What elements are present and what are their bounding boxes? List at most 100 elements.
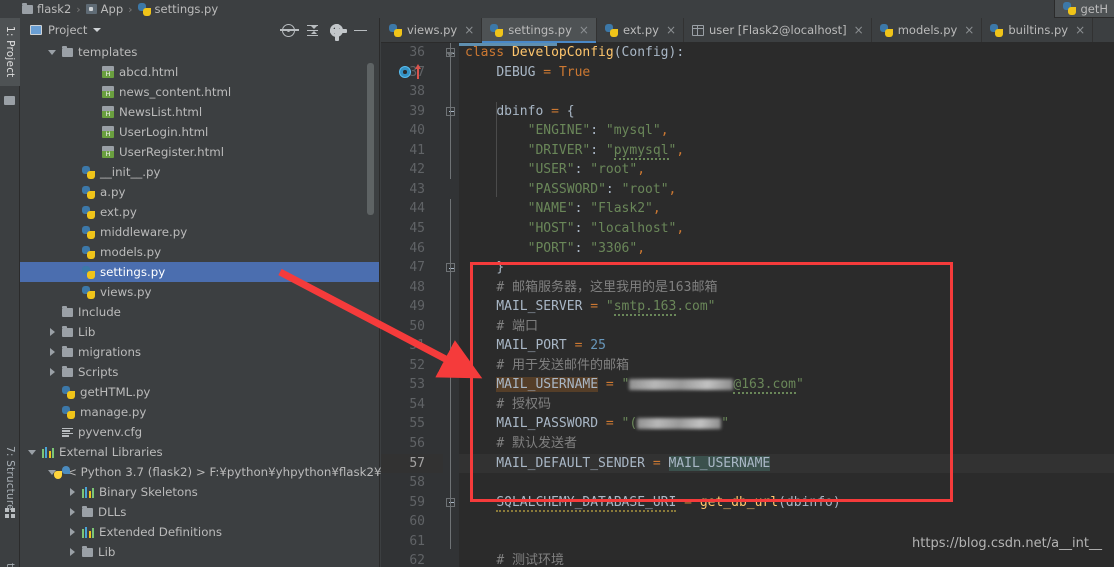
tree-item-ext-py[interactable]: ext.py (20, 202, 379, 222)
editor-tab-user-flask2-localhost[interactable]: user [Flask2@localhost] × (684, 18, 872, 42)
code-line-51[interactable]: MAIL_PORT = 25 (459, 336, 1114, 356)
editor-code-area[interactable]: class DevelopConfig(Config): DEBUG = Tru… (459, 43, 1114, 567)
code-line-54[interactable]: # 授权码 (459, 395, 1114, 415)
gutter-line-48[interactable]: 48 (381, 278, 443, 298)
tree-item-extended-definitions[interactable]: Extended Definitions (20, 522, 379, 542)
editor-tab-settings-py[interactable]: settings.py × (482, 18, 597, 43)
tree-item-newslist-html[interactable]: NewsList.html (20, 102, 379, 122)
tree-item-migrations[interactable]: migrations (20, 342, 379, 362)
gutter-line-38[interactable]: 38 (381, 82, 443, 102)
code-line-39[interactable]: dbinfo = { (459, 102, 1114, 122)
code-line-60[interactable] (459, 512, 1114, 532)
gutter-line-61[interactable]: 61 (381, 532, 443, 552)
tree-item-userlogin-html[interactable]: UserLogin.html (20, 122, 379, 142)
close-icon[interactable]: × (854, 24, 864, 36)
tree-item-external-libraries[interactable]: External Libraries (20, 442, 379, 462)
gutter-line-45[interactable]: 45 (381, 219, 443, 239)
gutter-line-42[interactable]: 42 (381, 160, 443, 180)
gutter-line-39[interactable]: 39 (381, 102, 443, 122)
tree-item-middleware-py[interactable]: middleware.py (20, 222, 379, 242)
code-line-48[interactable]: # 邮箱服务器，这里我用的是163邮箱 (459, 278, 1114, 298)
top-right-tab-gethtml[interactable]: getH (1054, 0, 1114, 18)
chevron-down-icon[interactable] (28, 448, 37, 457)
code-line-41[interactable]: "DRIVER": "pymysql", (459, 141, 1114, 161)
chevron-right-icon[interactable] (68, 528, 77, 537)
tree-item-lib[interactable]: Lib (20, 322, 379, 342)
code-line-43[interactable]: "PASSWORD": "root", (459, 180, 1114, 200)
code-line-45[interactable]: "HOST": "localhost", (459, 219, 1114, 239)
tree-item-views-py[interactable]: views.py (20, 282, 379, 302)
code-line-57[interactable]: MAIL_DEFAULT_SENDER = MAIL_USERNAME (459, 453, 1114, 474)
code-line-58[interactable] (459, 473, 1114, 493)
tree-item-userregister-html[interactable]: UserRegister.html (20, 142, 379, 162)
tree-item-init-py[interactable]: __init__.py (20, 162, 379, 182)
gutter-line-60[interactable]: 60 (381, 512, 443, 532)
breadcrumb-item-settings[interactable]: settings.py (137, 2, 218, 16)
editor-tab-ext-py[interactable]: ext.py × (596, 18, 684, 42)
gutter-line-58[interactable]: 58 (381, 473, 443, 493)
tree-item-news-content-html[interactable]: news_content.html (20, 82, 379, 102)
code-editor[interactable]: 36 3738 39 40 41 42 43 44 45 46 47 48 49 50 51 52 53 54 55… (381, 43, 1114, 567)
target-icon[interactable] (280, 23, 299, 37)
breadcrumb-item-flask2[interactable]: flask2 (22, 2, 71, 16)
chevron-right-icon[interactable] (48, 328, 57, 337)
chevron-right-icon[interactable] (48, 348, 57, 357)
editor-gutter[interactable]: 36 3738 39 40 41 42 43 44 45 46 47 48 49 50 51 52 53 54 55… (381, 43, 443, 567)
tree-item-scripts[interactable]: Scripts (20, 362, 379, 382)
gutter-line-44[interactable]: 44 (381, 199, 443, 219)
code-line-46[interactable]: "PORT": "3306", (459, 239, 1114, 259)
gutter-line-55[interactable]: 55 (381, 414, 443, 434)
gutter-line-53[interactable]: 53 (381, 375, 443, 395)
breadcrumb-item-app[interactable]: App (85, 2, 123, 16)
code-line-55[interactable]: MAIL_PASSWORD = "(" (459, 414, 1114, 434)
project-scrollbar[interactable] (367, 63, 374, 215)
code-line-56[interactable]: # 默认发送者 (459, 434, 1114, 454)
gutter-line-59[interactable]: 59 (381, 493, 443, 513)
tree-item-manage-py[interactable]: manage.py (20, 402, 379, 422)
tree-item-dlls[interactable]: DLLs (20, 502, 379, 522)
editor-tab-models-py[interactable]: models.py × (871, 18, 983, 42)
chevron-right-icon[interactable] (68, 488, 77, 497)
gutter-line-40[interactable]: 40 (381, 121, 443, 141)
tree-item-settings-py[interactable]: settings.py (20, 262, 379, 282)
gutter-line-52[interactable]: 52 (381, 356, 443, 376)
code-line-53[interactable]: MAIL_USERNAME = " @163.com" (459, 375, 1114, 395)
tree-item-include[interactable]: Include (20, 302, 379, 322)
gutter-line-37[interactable]: 37 (381, 63, 443, 83)
code-line-59[interactable]: SQLALCHEMY_DATABASE_URI = get_db_url(dbi… (459, 493, 1114, 513)
tree-item-models-py[interactable]: models.py (20, 242, 379, 262)
code-line-47[interactable]: } (459, 258, 1114, 278)
code-line-52[interactable]: # 用于发送邮件的邮箱 (459, 356, 1114, 376)
chevron-down-icon[interactable] (93, 28, 102, 32)
gutter-line-43[interactable]: 43 (381, 180, 443, 200)
minimize-icon[interactable] (354, 24, 367, 37)
code-line-37[interactable]: DEBUG = True (459, 63, 1114, 83)
code-line-44[interactable]: "NAME": "Flask2", (459, 199, 1114, 219)
gutter-line-36[interactable]: 36 (381, 43, 443, 63)
tree-item-gethtml-py[interactable]: getHTML.py (20, 382, 379, 402)
gear-icon[interactable] (330, 23, 348, 41)
chevron-down-icon[interactable] (48, 48, 57, 57)
run-marker-icon[interactable] (414, 63, 422, 79)
gutter-line-54[interactable]: 54 (381, 395, 443, 415)
chevron-right-icon[interactable] (68, 548, 77, 557)
gutter-line-51[interactable]: 51 (381, 336, 443, 356)
code-line-36[interactable]: class DevelopConfig(Config): (459, 43, 1114, 63)
fold-arrow-icon[interactable] (446, 52, 455, 57)
code-line-49[interactable]: MAIL_SERVER = "smtp.163.com" (459, 297, 1114, 317)
gutter-line-49[interactable]: 49 (381, 297, 443, 317)
tree-item-binary-skeletons[interactable]: Binary Skeletons (20, 482, 379, 502)
close-icon[interactable]: × (964, 24, 974, 36)
fold-marker-line-43[interactable] (443, 180, 459, 200)
close-icon[interactable]: × (666, 24, 676, 36)
chevron-right-icon[interactable] (68, 508, 77, 517)
breakpoint-icon[interactable] (399, 66, 411, 79)
project-panel-title[interactable]: Project (30, 23, 102, 37)
gutter-line-57[interactable]: 57 (381, 453, 443, 474)
code-line-42[interactable]: "USER": "root", (459, 160, 1114, 180)
fold-marker-line-62[interactable] (443, 551, 459, 567)
tree-item-a-py[interactable]: a.py (20, 182, 379, 202)
close-icon[interactable]: × (1075, 24, 1085, 36)
close-icon[interactable]: × (579, 24, 589, 36)
gutter-line-62[interactable]: 62 (381, 551, 443, 567)
